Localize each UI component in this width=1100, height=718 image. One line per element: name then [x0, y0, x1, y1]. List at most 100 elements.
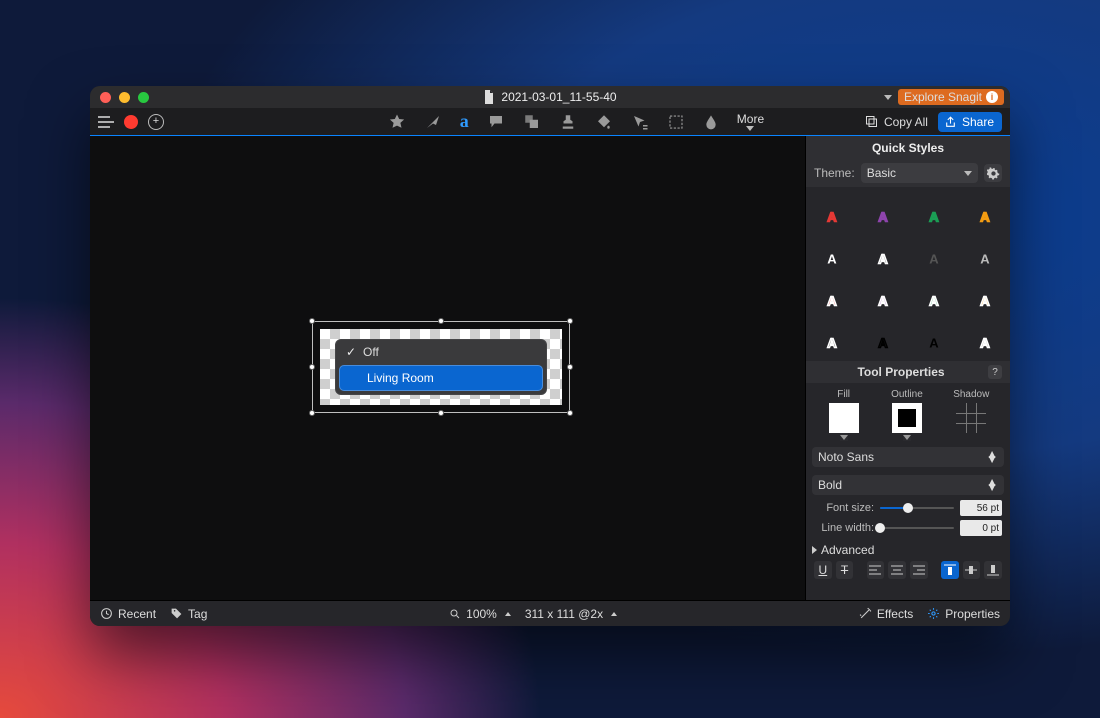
valign-middle-toggle[interactable]: [963, 561, 981, 579]
theme-value: Basic: [867, 166, 896, 180]
font-size-value[interactable]: 56 pt: [960, 500, 1002, 516]
selection-bounds[interactable]: ✓ Off Living Room: [312, 321, 570, 413]
outline-swatch[interactable]: [890, 403, 924, 441]
tool-properties-header: Tool Properties: [814, 365, 988, 379]
tag-button[interactable]: Tag: [170, 607, 207, 621]
add-button[interactable]: +: [148, 114, 164, 130]
resize-handle[interactable]: [567, 318, 573, 324]
quick-style-item[interactable]: A: [857, 235, 908, 277]
quick-style-item[interactable]: A: [857, 319, 908, 361]
advanced-toggle[interactable]: Advanced: [806, 539, 1010, 559]
quick-style-item[interactable]: A: [959, 277, 1010, 319]
resize-handle[interactable]: [438, 410, 444, 416]
hamburger-menu-icon[interactable]: [98, 116, 114, 128]
share-button[interactable]: Share: [938, 112, 1002, 132]
strikethrough-toggle[interactable]: T: [836, 561, 854, 579]
arrow-tool-icon[interactable]: [424, 113, 442, 131]
quick-style-item[interactable]: A: [959, 235, 1010, 277]
effects-label: Effects: [877, 607, 913, 621]
fill-tool-icon[interactable]: [595, 113, 613, 131]
move-tool-icon[interactable]: [631, 113, 649, 131]
zoom-control[interactable]: 100%: [449, 607, 511, 621]
resize-handle[interactable]: [309, 410, 315, 416]
resize-handle[interactable]: [309, 364, 315, 370]
favorite-tool-icon[interactable]: [388, 113, 406, 131]
align-center-toggle[interactable]: [888, 561, 906, 579]
valign-bottom-toggle[interactable]: [984, 561, 1002, 579]
copy-icon: [864, 114, 879, 129]
quick-style-item[interactable]: A: [806, 277, 857, 319]
font-family-select[interactable]: Noto Sans ▲▼: [812, 447, 1004, 467]
quick-style-item[interactable]: A: [806, 319, 857, 361]
quick-style-item[interactable]: A: [908, 319, 959, 361]
quick-style-item[interactable]: A: [857, 193, 908, 235]
chevron-down-icon: [903, 435, 911, 440]
more-label: More: [737, 113, 764, 125]
align-left-toggle[interactable]: [867, 561, 885, 579]
font-weight-select[interactable]: Bold ▲▼: [812, 475, 1004, 495]
gear-icon: [927, 607, 940, 620]
window-controls: [90, 92, 149, 103]
shape-tool-icon[interactable]: [523, 113, 541, 131]
recent-button[interactable]: Recent: [100, 607, 156, 621]
svg-text:A: A: [980, 210, 990, 225]
quick-style-item[interactable]: A: [959, 193, 1010, 235]
quick-style-item[interactable]: A: [908, 235, 959, 277]
align-right-toggle[interactable]: [910, 561, 928, 579]
line-width-value[interactable]: 0 pt: [960, 520, 1002, 536]
close-window-button[interactable]: [100, 92, 111, 103]
svg-text:A: A: [878, 252, 888, 267]
copy-all-button[interactable]: Copy All: [864, 114, 928, 129]
editor-canvas[interactable]: ✓ Off Living Room: [90, 136, 805, 600]
title-dropdown-icon[interactable]: [884, 95, 892, 100]
svg-text:A: A: [827, 252, 837, 267]
theme-row: Theme: Basic: [806, 159, 1010, 187]
blur-tool-icon[interactable]: [703, 113, 719, 131]
minimize-window-button[interactable]: [119, 92, 130, 103]
shadow-picker[interactable]: [954, 403, 988, 441]
menu-item-living-room[interactable]: Living Room: [339, 365, 543, 391]
resize-handle[interactable]: [438, 318, 444, 324]
explore-snagit-button[interactable]: Explore Snagit i: [898, 89, 1004, 105]
quick-style-item[interactable]: A: [806, 193, 857, 235]
status-bar: Recent Tag 100% 311 x 111 @2x Effects: [90, 600, 1010, 626]
stamp-tool-icon[interactable]: [559, 113, 577, 131]
selection-tool-icon[interactable]: [667, 113, 685, 131]
theme-select[interactable]: Basic: [861, 163, 978, 183]
text-tool-icon[interactable]: a: [460, 111, 469, 132]
quick-styles-grid: AAAAAAAAAAAAAAAA: [806, 187, 1010, 361]
fill-swatch[interactable]: [827, 403, 861, 441]
quick-style-item[interactable]: A: [908, 277, 959, 319]
copy-all-label: Copy All: [884, 115, 928, 129]
properties-tab[interactable]: Properties: [927, 607, 1000, 621]
underline-toggle[interactable]: U: [814, 561, 832, 579]
callout-tool-icon[interactable]: [487, 113, 505, 131]
tag-label: Tag: [188, 607, 207, 621]
more-tools-button[interactable]: More: [737, 113, 764, 131]
record-button[interactable]: [124, 115, 138, 129]
quick-style-item[interactable]: A: [857, 277, 908, 319]
font-size-slider[interactable]: [880, 501, 954, 515]
quick-style-item[interactable]: A: [908, 193, 959, 235]
menu-item-off[interactable]: ✓ Off: [335, 339, 547, 365]
resize-handle[interactable]: [567, 364, 573, 370]
dimensions-display[interactable]: 311 x 111 @2x: [525, 607, 617, 621]
clock-icon: [100, 607, 113, 620]
advanced-label: Advanced: [821, 543, 874, 557]
line-width-slider[interactable]: [880, 521, 954, 535]
window-title: 2021-03-01_11-55-40: [501, 90, 616, 104]
svg-text:A: A: [878, 210, 888, 225]
help-button[interactable]: ?: [988, 365, 1002, 379]
effects-tab[interactable]: Effects: [859, 607, 913, 621]
properties-label: Properties: [945, 607, 1000, 621]
quick-style-item[interactable]: A: [806, 235, 857, 277]
resize-handle[interactable]: [309, 318, 315, 324]
theme-settings-button[interactable]: [984, 164, 1002, 182]
quick-style-item[interactable]: A: [959, 319, 1010, 361]
zoom-window-button[interactable]: [138, 92, 149, 103]
font-family-value: Noto Sans: [818, 450, 874, 464]
valign-top-toggle[interactable]: [941, 561, 959, 579]
resize-handle[interactable]: [567, 410, 573, 416]
stepper-icon: ▲▼: [986, 452, 998, 462]
theme-label: Theme:: [814, 166, 855, 180]
